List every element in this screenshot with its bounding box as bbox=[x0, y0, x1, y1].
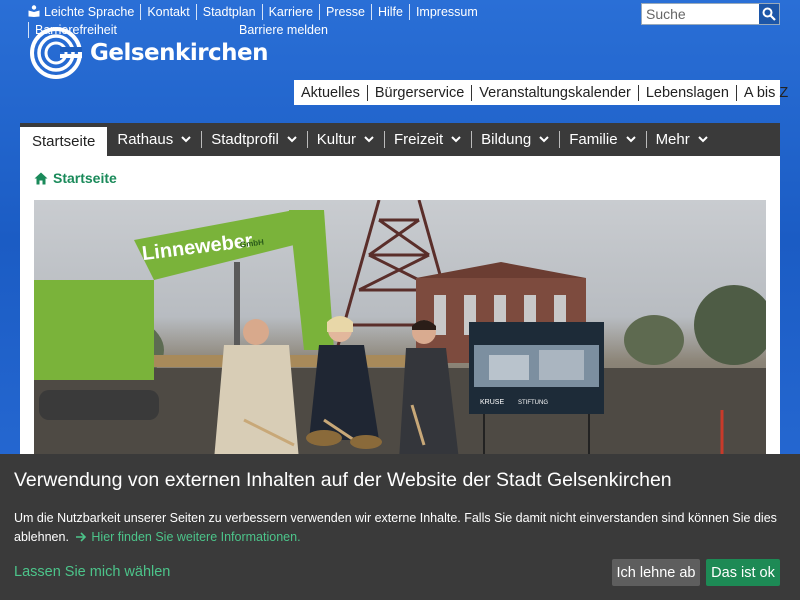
service-nav-a-bis-z[interactable]: A bis Z bbox=[735, 84, 795, 101]
search-input[interactable] bbox=[642, 4, 759, 24]
nav-item-kultur[interactable]: Kultur bbox=[306, 123, 384, 156]
nav-item-bildung[interactable]: Bildung bbox=[471, 123, 559, 156]
service-nav-lebenslagen[interactable]: Lebenslagen bbox=[637, 84, 736, 101]
decline-button[interactable]: Ich lehne ab bbox=[612, 559, 700, 586]
service-nav: Aktuelles Bürgerservice Veranstaltungska… bbox=[294, 80, 788, 105]
search-icon bbox=[762, 7, 776, 21]
nav-item-mehr[interactable]: Mehr bbox=[645, 123, 718, 156]
accept-button[interactable]: Das ist ok bbox=[706, 559, 780, 586]
cookie-banner-text: Um die Nutzbarkeit unserer Seiten zu ver… bbox=[14, 511, 777, 544]
chevron-down-icon bbox=[287, 136, 297, 143]
chevron-down-icon bbox=[698, 136, 708, 143]
home-icon bbox=[34, 172, 48, 184]
search-box bbox=[641, 3, 780, 25]
chevron-down-icon bbox=[625, 136, 636, 143]
sign-brand-kruse: KRUSE bbox=[480, 399, 504, 406]
service-nav-buergerservice[interactable]: Bürgerservice bbox=[366, 84, 471, 101]
util-link-presse[interactable]: Presse bbox=[319, 4, 371, 20]
chevron-down-icon bbox=[539, 136, 549, 143]
service-nav-veranstaltungskalender[interactable]: Veranstaltungskalender bbox=[471, 84, 638, 101]
let-me-choose-link[interactable]: Lassen Sie mich wählen bbox=[14, 564, 170, 580]
util-link-leichte-sprache[interactable]: Leichte Sprache bbox=[28, 4, 140, 20]
breadcrumb[interactable]: Startseite bbox=[34, 170, 117, 186]
util-link-kontakt[interactable]: Kontakt bbox=[140, 4, 195, 20]
nav-item-rathaus[interactable]: Rathaus bbox=[107, 123, 201, 156]
chevron-down-icon bbox=[181, 136, 191, 143]
nav-item-familie[interactable]: Familie bbox=[559, 123, 645, 156]
city-logo-icon bbox=[30, 27, 82, 79]
main-nav: Startseite Rathaus Stadtprofil Kultur Fr… bbox=[20, 123, 780, 156]
util-link-impressum[interactable]: Impressum bbox=[408, 4, 484, 20]
nav-item-startseite[interactable]: Startseite bbox=[20, 123, 108, 156]
nav-item-freizeit[interactable]: Freizeit bbox=[383, 123, 471, 156]
cookie-banner-title: Verwendung von externen Inhalten auf der… bbox=[14, 469, 672, 491]
easy-language-icon bbox=[28, 5, 40, 17]
arrow-right-icon bbox=[76, 532, 87, 542]
person-left bbox=[214, 319, 299, 460]
cookie-banner: Verwendung von externen Inhalten auf der… bbox=[0, 454, 800, 600]
groundbreaking-photo: Linneweber GmbH KRUSE STIFTUNG bbox=[34, 200, 766, 460]
chevron-down-icon bbox=[451, 136, 461, 143]
chevron-down-icon bbox=[364, 136, 374, 143]
service-nav-aktuelles[interactable]: Aktuelles bbox=[294, 85, 367, 101]
more-info-link[interactable]: Hier finden Sie weitere Informationen. bbox=[72, 530, 301, 544]
search-button[interactable] bbox=[759, 4, 779, 24]
hero-image[interactable]: Linneweber GmbH KRUSE STIFTUNG bbox=[34, 200, 766, 460]
nav-item-stadtprofil[interactable]: Stadtprofil bbox=[201, 123, 307, 156]
sign-brand-stiftung: STIFTUNG bbox=[518, 400, 548, 406]
util-link-stadtplan[interactable]: Stadtplan bbox=[195, 4, 262, 20]
site-logo[interactable]: Gelsenkirchen bbox=[30, 27, 269, 79]
util-link-karriere[interactable]: Karriere bbox=[261, 4, 319, 20]
util-link-hilfe[interactable]: Hilfe bbox=[370, 4, 409, 20]
logo-text: Gelsenkirchen bbox=[90, 40, 269, 66]
